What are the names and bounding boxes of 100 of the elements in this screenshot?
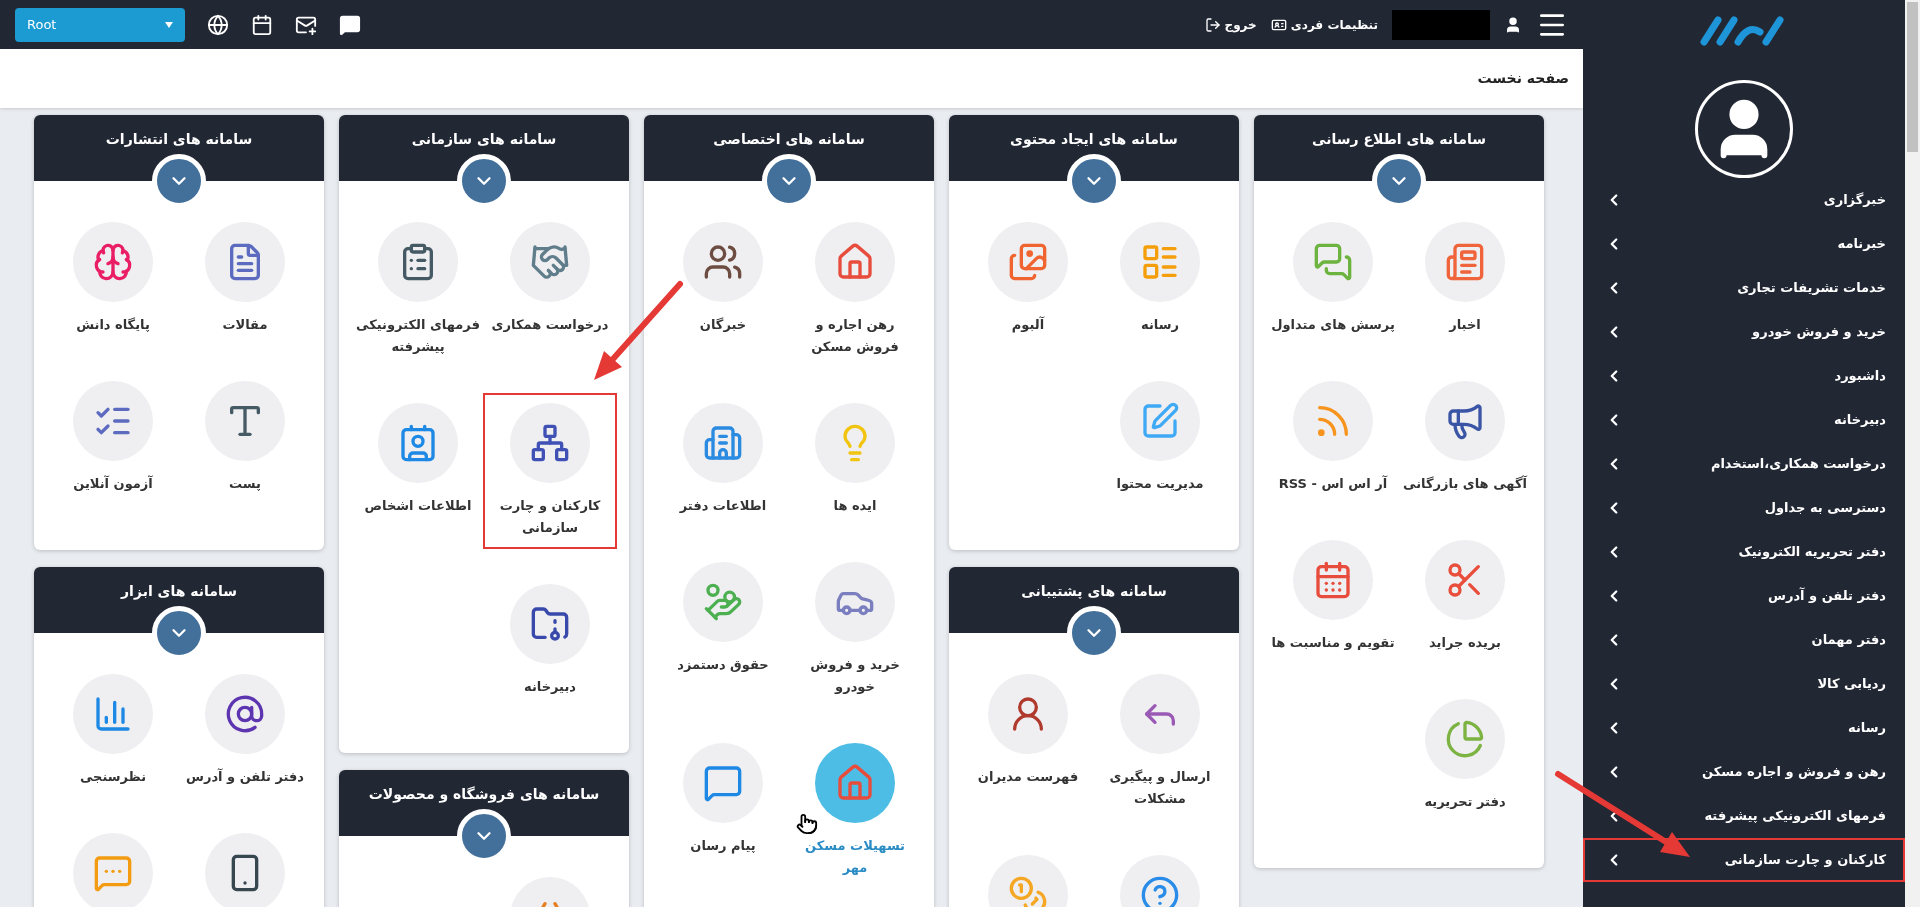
- app-tile[interactable]: پایگاه دانش: [46, 212, 180, 346]
- sidebar-item[interactable]: دبیرخانه: [1583, 398, 1905, 442]
- app-tile[interactable]: فهرست مدیران: [961, 664, 1095, 798]
- card-title: سامانه های ابزار: [121, 582, 237, 602]
- sidebar-item[interactable]: دفتر مهمان: [1583, 618, 1905, 662]
- app-tile[interactable]: کارکنان و چارت سازمانی: [483, 393, 617, 549]
- tile-label: نظرسنجی: [78, 768, 148, 786]
- app-tile[interactable]: مقالات: [178, 212, 312, 346]
- tile-label: رهن اجاره و فروش مسکن: [810, 316, 900, 356]
- images-icon: [1008, 242, 1048, 282]
- app-tile[interactable]: آر اس اس - RSS: [1266, 371, 1400, 505]
- app-tile[interactable]: آلبوم: [961, 212, 1095, 346]
- app-tile[interactable]: پرسش های متداول: [1266, 212, 1400, 346]
- tile-label: فرمهای الکترونیکی پیشرفته: [355, 316, 481, 356]
- app-tile[interactable]: دفتر تحریریه: [1398, 689, 1532, 823]
- sidebar-item[interactable]: خدمات تشریفات تجاری: [1583, 266, 1905, 310]
- app-tile[interactable]: خرید و فروش خودرو: [788, 552, 922, 708]
- breadcrumb[interactable]: صفحه نخست: [1477, 68, 1569, 89]
- sidebar-item[interactable]: فرمهای الکترونیکی پیشرفته: [1583, 794, 1905, 838]
- card-title: سامانه های فروشگاه و محصولات: [368, 785, 600, 805]
- tile-label: درخواست همکاری: [490, 316, 610, 334]
- tile-label: آر اس اس - RSS: [1277, 474, 1389, 493]
- tile-label: دفتر تلفن و آدرس: [185, 767, 305, 786]
- app-tile[interactable]: حقوق دستمزد: [656, 552, 790, 686]
- card-title: سامانه های پشتیبانی: [1021, 582, 1167, 601]
- tile-label: کارکنان و چارت سازمانی: [498, 497, 602, 537]
- app-tile[interactable]: پست: [178, 371, 312, 505]
- tile-label: آزمون آنلاین: [72, 474, 154, 493]
- tile-label: آگهی های بازرگانی: [1402, 474, 1528, 493]
- app-tile[interactable]: آزمون آنلاین: [46, 371, 180, 505]
- app-tile[interactable]: خبرگان: [656, 212, 790, 346]
- brain-icon: [93, 242, 133, 282]
- app-tile[interactable]: تسهیلات مسکن مهر: [788, 733, 922, 889]
- app-tile[interactable]: بریده جراید: [1398, 530, 1532, 664]
- globe-icon[interactable]: [207, 13, 229, 36]
- sidebar-item[interactable]: خبرگزاری: [1583, 178, 1905, 222]
- app-tile[interactable]: رهن اجاره و فروش مسکن: [788, 212, 922, 368]
- sidebar-item[interactable]: کارکنان و چارت سازمانی: [1583, 838, 1905, 882]
- tile-label: پرسش های متداول: [1270, 316, 1396, 334]
- tile-label: پست: [228, 475, 262, 493]
- app-tile[interactable]: ایده ها: [788, 393, 922, 527]
- sidebar-item[interactable]: داشبورد: [1583, 354, 1905, 398]
- sidebar-item[interactable]: دسترسی به جداول: [1583, 486, 1905, 530]
- logout-link[interactable]: خروج: [1204, 15, 1257, 34]
- at-sign-icon: [225, 694, 265, 734]
- card-title: سامانه های ایجاد محتوی: [1010, 130, 1178, 150]
- calendar-icon: [1313, 560, 1353, 600]
- tile-label: اخبار: [1447, 316, 1482, 334]
- tile-label: پایگاه دانش: [75, 316, 151, 334]
- sidebar-item[interactable]: خرید و فروش خودرو: [1583, 310, 1905, 354]
- card-title: سامانه های سازمانی: [411, 130, 557, 149]
- megaphone-icon: [1445, 401, 1485, 441]
- scrollbar[interactable]: [1905, 0, 1920, 907]
- sidebar-item[interactable]: درخواست همکاری،استخدام: [1583, 442, 1905, 486]
- chat-icon: [93, 853, 133, 893]
- sidebar-item[interactable]: رسانه: [1583, 706, 1905, 750]
- app-tile[interactable]: نظرسنجی: [46, 664, 180, 798]
- user-icon[interactable]: [1504, 15, 1522, 34]
- sidebar-item[interactable]: دفتر تحریریه الکترونیک: [1583, 530, 1905, 574]
- tile-label: دفتر تحریریه: [1423, 793, 1507, 811]
- app-tile[interactable]: اطلاعات اشخاص: [351, 393, 485, 527]
- app-tile[interactable]: فرمهای الکترونیکی پیشرفته: [351, 212, 485, 368]
- tile-label: تقویم و مناسبت ها: [1270, 634, 1396, 652]
- app-tile[interactable]: تقویم و مناسبت ها: [1266, 530, 1400, 664]
- app-tile[interactable]: پیام رسان: [656, 733, 790, 867]
- scrollbar-thumb[interactable]: [1907, 2, 1918, 152]
- pie-chart-icon: [1445, 719, 1485, 759]
- contact-card-icon: [398, 423, 438, 463]
- tile-label: مدیریت محتوا: [1115, 475, 1205, 493]
- sidebar-item[interactable]: ردیابی کالا: [1583, 662, 1905, 706]
- tile-label: حقوق دستمزد: [676, 656, 770, 674]
- building-icon: [703, 423, 743, 463]
- tile-label: ایده ها: [832, 497, 878, 515]
- app-tile[interactable]: اطلاعات دفتر: [656, 393, 790, 527]
- settings-link[interactable]: تنظیمات فردی: [1270, 15, 1378, 34]
- card-title: سامانه های اختصاصی: [713, 130, 865, 149]
- org-chart-icon: [530, 423, 570, 463]
- chat-icon[interactable]: [339, 13, 361, 36]
- calendar-icon[interactable]: [251, 13, 273, 36]
- app-tile[interactable]: درخواست همکاری: [483, 212, 617, 346]
- tile-label: ارسال و پیگیری مشکلات: [1108, 768, 1212, 808]
- logout-icon: [1204, 16, 1221, 33]
- tile-label: اطلاعات دفتر: [678, 497, 768, 515]
- app-tile[interactable]: دبیرخانه: [483, 574, 617, 708]
- house-icon: [835, 242, 875, 282]
- tile-label: پیام رسان: [689, 837, 757, 856]
- card-title: سامانه های انتشارات: [105, 130, 253, 149]
- handshake-icon: [530, 242, 570, 282]
- app-tile[interactable]: ارسال و پیگیری مشکلات: [1093, 664, 1227, 820]
- sidebar-item[interactable]: دفتر تلفن و آدرس: [1583, 574, 1905, 618]
- app-tile[interactable]: دفتر تلفن و آدرس: [178, 664, 312, 798]
- sidebar-item[interactable]: خبرنامه: [1583, 222, 1905, 266]
- coins-icon: [1008, 875, 1048, 907]
- tile-label: بریده جراید: [1428, 634, 1502, 652]
- app-tile[interactable]: اخبار: [1398, 212, 1532, 346]
- sidebar-item[interactable]: رهن و فروش و اجاره مسکن: [1583, 750, 1905, 794]
- app-tile[interactable]: رسانه: [1093, 212, 1227, 346]
- app-tile[interactable]: آگهی های بازرگانی: [1398, 371, 1532, 505]
- house-icon: [835, 763, 875, 803]
- app-tile[interactable]: مدیریت محتوا: [1093, 371, 1227, 505]
